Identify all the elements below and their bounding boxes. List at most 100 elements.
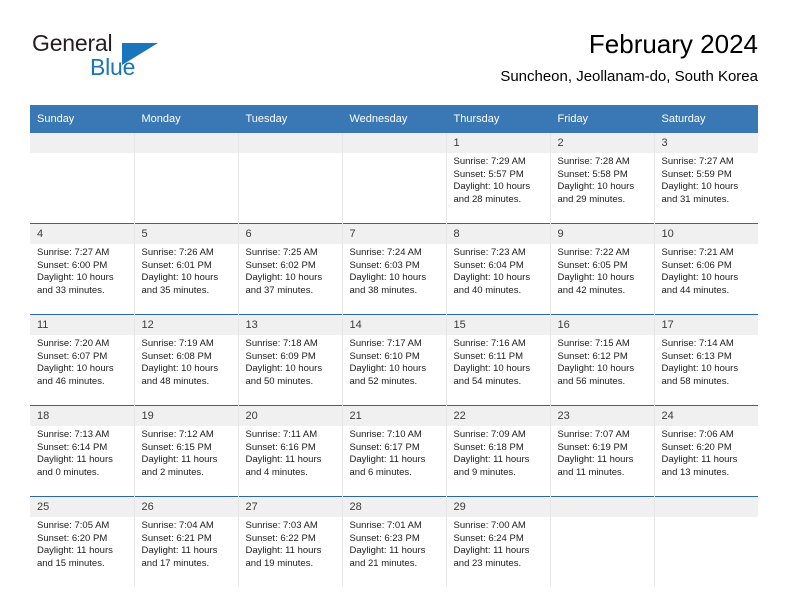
daylight-text-line2: and 54 minutes. (453, 375, 522, 387)
daylight-text-line2: and 48 minutes. (141, 375, 210, 387)
day-details: Sunrise: 7:07 AM Sunset: 6:19 PM Daylight:… (551, 426, 654, 479)
day-number: 4 (30, 224, 134, 244)
day-number: 28 (342, 497, 446, 517)
daylight-text-line2: and 52 minutes. (349, 375, 418, 387)
calendar-day-cell[interactable]: 16 Sunrise: 7:15 AM Sunset: 6:12 PM Dayligh… (550, 314, 655, 406)
calendar-day-cell[interactable]: 29 Sunrise: 7:00 AM Sunset: 6:24 PM Dayligh… (446, 496, 551, 587)
sunrise-text: Sunrise: 7:21 AM (661, 247, 734, 258)
sunrise-text: Sunrise: 7:28 AM (557, 156, 630, 167)
calendar-day-cell[interactable]: 22 Sunrise: 7:09 AM Sunset: 6:18 PM Dayligh… (446, 405, 551, 497)
calendar-day-cell[interactable]: 4 Sunrise: 7:27 AM Sunset: 6:00 PM Daylight… (30, 223, 135, 315)
day-number: 13 (238, 315, 342, 335)
daylight-text-line2: and 37 minutes. (245, 284, 314, 296)
calendar-day-cell[interactable]: 5 Sunrise: 7:26 AM Sunset: 6:01 PM Daylight… (134, 223, 239, 315)
day-details: Sunrise: 7:23 AM Sunset: 6:04 PM Daylight:… (447, 244, 550, 297)
calendar-day-cell-empty (342, 133, 447, 224)
sunrise-text: Sunrise: 7:19 AM (141, 338, 214, 349)
calendar-day-cell[interactable]: 12 Sunrise: 7:19 AM Sunset: 6:08 PM Dayligh… (134, 314, 239, 406)
sunrise-text: Sunrise: 7:26 AM (141, 247, 214, 258)
day-number: 6 (238, 224, 342, 244)
sunset-text: Sunset: 5:57 PM (453, 168, 524, 180)
day-number: 10 (654, 224, 758, 244)
daylight-text-line1: Daylight: 11 hours (141, 454, 218, 466)
day-number: 3 (654, 133, 758, 153)
calendar-day-cell[interactable]: 17 Sunrise: 7:14 AM Sunset: 6:13 PM Dayligh… (654, 314, 759, 406)
calendar-day-cell[interactable]: 20 Sunrise: 7:11 AM Sunset: 6:16 PM Dayligh… (238, 405, 343, 497)
sunrise-text: Sunrise: 7:01 AM (349, 520, 422, 531)
calendar-day-cell[interactable]: 21 Sunrise: 7:10 AM Sunset: 6:17 PM Dayligh… (342, 405, 447, 497)
sunrise-text: Sunrise: 7:27 AM (661, 156, 734, 167)
sunset-text: Sunset: 6:12 PM (557, 350, 628, 362)
sunrise-text: Sunrise: 7:00 AM (453, 520, 526, 531)
calendar-page: General Blue February 2024 Suncheon, Jeo… (0, 0, 792, 612)
calendar-day-cell[interactable]: 26 Sunrise: 7:04 AM Sunset: 6:21 PM Dayligh… (134, 496, 239, 587)
daylight-text-line2: and 28 minutes. (453, 193, 522, 205)
weekday-header-sunday: Sunday (30, 105, 135, 133)
day-number: 20 (238, 406, 342, 426)
day-number: 14 (342, 315, 446, 335)
calendar-day-cell[interactable]: 10 Sunrise: 7:21 AM Sunset: 6:06 PM Dayligh… (654, 223, 759, 315)
daylight-text-line2: and 23 minutes. (453, 557, 522, 569)
daylight-text-line1: Daylight: 10 hours (349, 363, 427, 375)
calendar-day-cell[interactable]: 15 Sunrise: 7:16 AM Sunset: 6:11 PM Dayligh… (446, 314, 551, 406)
daylight-text-line1: Daylight: 10 hours (349, 272, 427, 284)
day-number (654, 497, 758, 517)
calendar-day-cell[interactable]: 9 Sunrise: 7:22 AM Sunset: 6:05 PM Daylight… (550, 223, 655, 315)
sunset-text: Sunset: 6:23 PM (349, 532, 420, 544)
calendar-day-cell[interactable]: 1 Sunrise: 7:29 AM Sunset: 5:57 PM Daylight… (446, 133, 551, 224)
sunrise-text: Sunrise: 7:04 AM (141, 520, 214, 531)
daylight-text-line2: and 35 minutes. (141, 284, 210, 296)
day-details: Sunrise: 7:22 AM Sunset: 6:05 PM Daylight:… (551, 244, 654, 297)
daylight-text-line1: Daylight: 10 hours (245, 363, 323, 375)
calendar-day-cell[interactable]: 13 Sunrise: 7:18 AM Sunset: 6:09 PM Dayligh… (238, 314, 343, 406)
calendar-day-cell[interactable]: 18 Sunrise: 7:13 AM Sunset: 6:14 PM Dayligh… (30, 405, 135, 497)
daylight-text-line1: Daylight: 10 hours (661, 363, 739, 375)
day-number (342, 133, 446, 153)
weekday-header-monday: Monday (134, 105, 239, 133)
sunset-text: Sunset: 6:14 PM (37, 441, 108, 453)
calendar-week-row: 4 Sunrise: 7:27 AM Sunset: 6:00 PM Daylight… (30, 223, 759, 315)
calendar-week-row: 25 Sunrise: 7:05 AM Sunset: 6:20 PM Dayligh… (30, 496, 758, 587)
day-number: 29 (446, 497, 550, 517)
day-details: Sunrise: 7:21 AM Sunset: 6:06 PM Daylight:… (655, 244, 759, 297)
calendar-day-cell[interactable]: 19 Sunrise: 7:12 AM Sunset: 6:15 PM Dayligh… (134, 405, 239, 497)
daylight-text-line2: and 11 minutes. (557, 466, 625, 478)
day-details: Sunrise: 7:14 AM Sunset: 6:13 PM Daylight:… (655, 335, 759, 388)
page-subtitle: Suncheon, Jeollanam-do, South Korea (500, 68, 758, 85)
calendar-day-cell[interactable]: 6 Sunrise: 7:25 AM Sunset: 6:02 PM Daylight… (238, 223, 343, 315)
day-details: Sunrise: 7:29 AM Sunset: 5:57 PM Daylight:… (447, 153, 550, 206)
day-details: Sunrise: 7:04 AM Sunset: 6:21 PM Daylight:… (135, 517, 238, 570)
calendar-day-cell-empty (550, 496, 655, 587)
sunrise-text: Sunrise: 7:14 AM (661, 338, 734, 349)
daylight-text-line1: Daylight: 10 hours (557, 181, 635, 193)
sunrise-text: Sunrise: 7:25 AM (245, 247, 318, 258)
daylight-text-line2: and 40 minutes. (453, 284, 522, 296)
calendar-day-cell[interactable]: 3 Sunrise: 7:27 AM Sunset: 5:59 PM Daylight… (654, 133, 758, 224)
day-details: Sunrise: 7:18 AM Sunset: 6:09 PM Daylight:… (239, 335, 342, 388)
daylight-text-line1: Daylight: 11 hours (349, 545, 426, 557)
daylight-text-line1: Daylight: 10 hours (661, 272, 739, 284)
weekday-header-saturday: Saturday (654, 105, 758, 133)
calendar-day-cell[interactable]: 27 Sunrise: 7:03 AM Sunset: 6:22 PM Dayligh… (238, 496, 343, 587)
calendar-day-cell[interactable]: 24 Sunrise: 7:06 AM Sunset: 6:20 PM Dayligh… (654, 405, 759, 497)
daylight-text-line1: Daylight: 10 hours (557, 272, 635, 284)
day-details: Sunrise: 7:20 AM Sunset: 6:07 PM Daylight:… (30, 335, 134, 388)
day-number: 21 (342, 406, 446, 426)
calendar-day-cell[interactable]: 11 Sunrise: 7:20 AM Sunset: 6:07 PM Dayligh… (30, 314, 135, 406)
day-details: Sunrise: 7:06 AM Sunset: 6:20 PM Daylight:… (655, 426, 759, 479)
calendar-day-cell[interactable]: 23 Sunrise: 7:07 AM Sunset: 6:19 PM Dayligh… (550, 405, 655, 497)
calendar-day-cell[interactable]: 8 Sunrise: 7:23 AM Sunset: 6:04 PM Daylight… (446, 223, 551, 315)
calendar-day-cell[interactable]: 2 Sunrise: 7:28 AM Sunset: 5:58 PM Daylight… (550, 133, 655, 224)
calendar-day-cell[interactable]: 7 Sunrise: 7:24 AM Sunset: 6:03 PM Daylight… (342, 223, 447, 315)
daylight-text-line2: and 17 minutes. (141, 557, 210, 569)
sunset-text: Sunset: 6:19 PM (557, 441, 628, 453)
calendar-day-cell[interactable]: 28 Sunrise: 7:01 AM Sunset: 6:23 PM Dayligh… (342, 496, 447, 587)
daylight-text-line1: Daylight: 10 hours (453, 181, 531, 193)
calendar-day-cell[interactable]: 14 Sunrise: 7:17 AM Sunset: 6:10 PM Dayligh… (342, 314, 447, 406)
brand-logo[interactable]: General Blue (30, 30, 210, 88)
sunset-text: Sunset: 6:07 PM (37, 350, 108, 362)
sunrise-text: Sunrise: 7:24 AM (349, 247, 422, 258)
calendar-day-cell[interactable]: 25 Sunrise: 7:05 AM Sunset: 6:20 PM Dayligh… (30, 496, 135, 587)
calendar-day-cell-empty (30, 133, 135, 224)
sunrise-text: Sunrise: 7:18 AM (245, 338, 318, 349)
